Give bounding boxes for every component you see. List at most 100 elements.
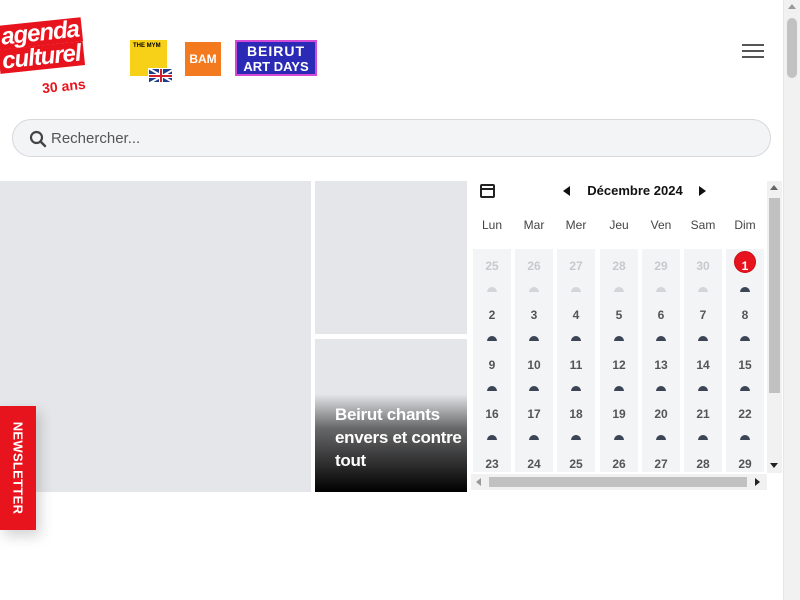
weekday-label: Ven [650, 218, 672, 232]
calendar-day-today[interactable]: 1 [724, 251, 766, 273]
calendar-day-number: 24 [527, 457, 541, 471]
event-indicator-icon [656, 386, 666, 391]
calendar-day[interactable]: 29 [640, 259, 682, 273]
calendar-day-number: 9 [488, 358, 496, 372]
calendar-day-number: 29 [654, 259, 668, 273]
newsletter-label: NEWSLETTER [10, 421, 26, 515]
calendar-day[interactable]: 8 [724, 308, 766, 322]
calendar-icon[interactable] [480, 184, 495, 198]
calendar-day[interactable]: 26 [513, 259, 555, 273]
calendar-day[interactable]: 25 [555, 457, 597, 471]
calendar-day[interactable]: 28 [598, 259, 640, 273]
calendar-day-number: 23 [485, 457, 499, 471]
weekday-label: Dim [734, 218, 756, 232]
calendar-day[interactable]: 6 [640, 308, 682, 322]
calendar-day-number: 13 [654, 358, 668, 372]
search-bar [12, 119, 771, 157]
event-indicator-icon [740, 287, 750, 292]
calendar-day[interactable]: 3 [513, 308, 555, 322]
calendar-vertical-scrollbar[interactable] [767, 181, 782, 473]
calendar-day[interactable]: 27 [555, 259, 597, 273]
calendar-day[interactable]: 19 [598, 407, 640, 421]
calendar-day-number: 28 [612, 259, 626, 273]
event-indicator-icon [740, 435, 750, 440]
calendar-day-number: 15 [738, 358, 752, 372]
page-scrollbar[interactable] [783, 0, 800, 600]
calendar-day-number: 19 [612, 407, 626, 421]
calendar-day-number: 29 [738, 457, 752, 471]
weekday-label: Sam [690, 218, 716, 232]
calendar-day[interactable]: 17 [513, 407, 555, 421]
calendar-day-number: 12 [612, 358, 626, 372]
calendar-day-number: 10 [527, 358, 541, 372]
calendar-day-number: 22 [738, 407, 752, 421]
partner-bad-line2: ART DAYS [243, 59, 309, 74]
calendar-day[interactable]: 26 [598, 457, 640, 471]
calendar-day-number: 14 [696, 358, 710, 372]
calendar-day-number: 28 [696, 457, 710, 471]
event-indicator-icon [487, 435, 497, 440]
calendar-day[interactable]: 23 [471, 457, 513, 471]
calendar-day[interactable]: 24 [513, 457, 555, 471]
featured-tile-bottom[interactable]: Beirut chants envers et contre tout [315, 339, 467, 492]
menu-icon[interactable] [742, 44, 764, 60]
search-input[interactable] [51, 120, 751, 156]
uk-flag-icon[interactable] [148, 68, 173, 83]
event-indicator-icon [698, 386, 708, 391]
event-indicator-icon [571, 287, 581, 292]
partner-beirut-art-days-logo[interactable]: BEIRUT ART DAYS [235, 40, 317, 76]
calendar-day-number: 30 [696, 259, 710, 273]
featured-tile-top[interactable] [315, 181, 467, 334]
calendar-day[interactable]: 13 [640, 358, 682, 372]
event-indicator-icon [529, 435, 539, 440]
calendar-day[interactable]: 30 [682, 259, 724, 273]
calendar-day[interactable]: 9 [471, 358, 513, 372]
event-indicator-icon [487, 386, 497, 391]
calendar-day[interactable]: 11 [555, 358, 597, 372]
calendar-month-label: Décembre 2024 [587, 183, 683, 198]
event-indicator-icon [614, 336, 624, 341]
calendar-day-number: 7 [699, 308, 707, 322]
calendar-day[interactable]: 25 [471, 259, 513, 273]
calendar-day-number: 17 [527, 407, 541, 421]
calendar-day[interactable]: 10 [513, 358, 555, 372]
newsletter-tab[interactable]: NEWSLETTER [0, 406, 36, 530]
calendar-day[interactable]: 4 [555, 308, 597, 322]
calendar-horizontal-scrollbar[interactable] [471, 474, 767, 490]
partner-bam-label: BAM [189, 52, 217, 66]
event-indicator-icon [487, 336, 497, 341]
calendar-day-number: 26 [527, 259, 541, 273]
calendar-day-number: 2 [488, 308, 496, 322]
calendar-next-month-icon[interactable] [699, 186, 706, 196]
logo-line-culturel: culturel [0, 39, 85, 75]
calendar-prev-month-icon[interactable] [563, 186, 570, 196]
featured-tile-title[interactable]: Beirut chants envers et contre tout [335, 403, 467, 472]
calendar-day[interactable]: 28 [682, 457, 724, 471]
featured-tile-main[interactable] [0, 181, 311, 492]
calendar-day[interactable]: 20 [640, 407, 682, 421]
calendar-day[interactable]: 2 [471, 308, 513, 322]
calendar-day[interactable]: 22 [724, 407, 766, 421]
calendar-day[interactable]: 15 [724, 358, 766, 372]
calendar-weekday-header: Lun Mar Mer Jeu Ven Sam Dim [471, 218, 767, 234]
calendar-day[interactable]: 21 [682, 407, 724, 421]
calendar-day[interactable]: 27 [640, 457, 682, 471]
calendar-day[interactable]: 18 [555, 407, 597, 421]
calendar-day[interactable]: 29 [724, 457, 766, 471]
calendar-day-number: 20 [654, 407, 668, 421]
event-indicator-icon [740, 336, 750, 341]
partner-mym-label: THE MYM [133, 43, 161, 49]
weekday-label: Mer [565, 218, 587, 232]
calendar-day[interactable]: 7 [682, 308, 724, 322]
calendar-day[interactable]: 5 [598, 308, 640, 322]
event-indicator-icon [656, 435, 666, 440]
page: agenda culturel 30 ans THE MYM BAM BEIRU… [0, 0, 800, 600]
event-indicator-icon [614, 287, 624, 292]
calendar-day[interactable]: 16 [471, 407, 513, 421]
calendar-day-number: 6 [657, 308, 665, 322]
calendar-day[interactable]: 14 [682, 358, 724, 372]
calendar-day[interactable]: 12 [598, 358, 640, 372]
site-logo[interactable]: agenda culturel 30 ans [0, 16, 95, 100]
partner-bam-logo[interactable]: BAM [185, 42, 221, 76]
event-indicator-icon [698, 435, 708, 440]
